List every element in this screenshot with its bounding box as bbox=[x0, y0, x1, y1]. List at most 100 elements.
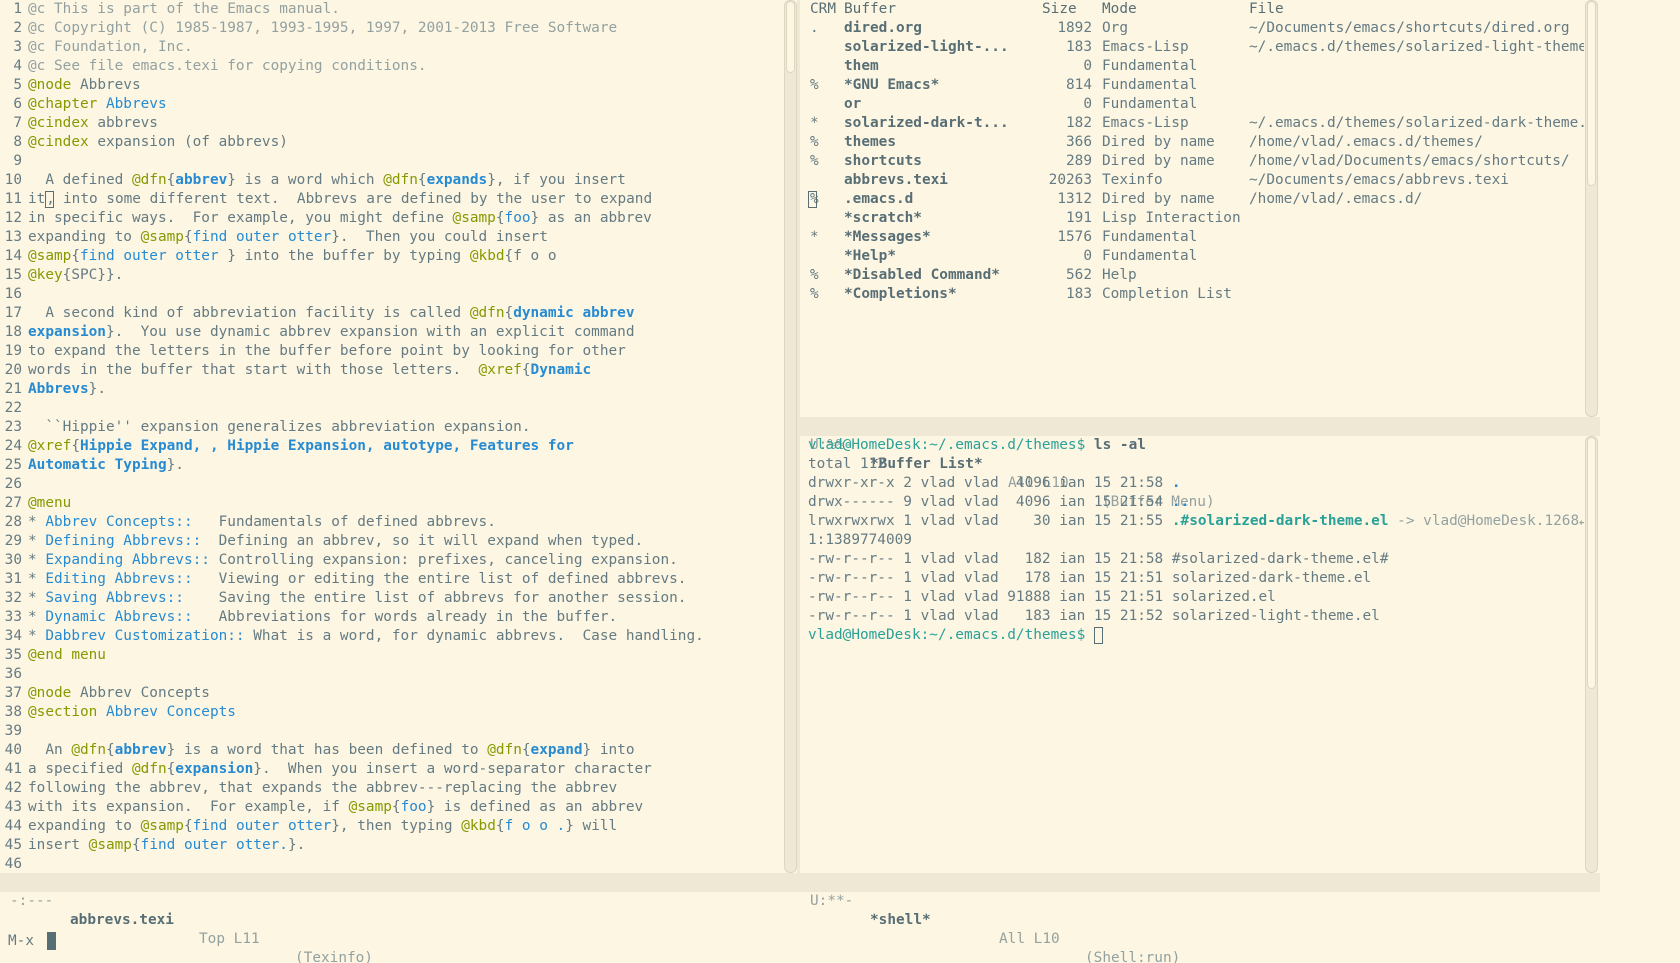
text-segment: . bbox=[1171, 475, 1181, 491]
editor-line[interactable]: 20 words in the buffer that start with th… bbox=[0, 361, 782, 380]
shell-line[interactable]: total 112 bbox=[808, 455, 1584, 474]
editor-line[interactable]: 30 * Expanding Abbrevs:: Controlling expa… bbox=[0, 551, 782, 570]
text-segment: Abbrev Concepts bbox=[97, 704, 236, 720]
line-text: * Dabbrev Customization:: What is a word… bbox=[28, 628, 704, 644]
editor-line[interactable]: 42 following the abbrev, that expands the… bbox=[0, 779, 782, 798]
buffer-list-row[interactable]: them 0 Fundamental bbox=[804, 57, 1584, 76]
text-segment: @node bbox=[28, 685, 72, 701]
editor-line[interactable]: 45 insert @samp{find outer otter.}. bbox=[0, 836, 782, 855]
line-text: ``Hippie'' expansion generalizes abbrevi… bbox=[28, 419, 530, 435]
buffer-list-row[interactable]: . dired.org 1892 Org ~/Documents/emacs/short… bbox=[804, 19, 1584, 38]
buffer-list-row[interactable]: * *Messages* 1576 Fundamental bbox=[804, 228, 1584, 247]
shell-scrollbar-thumb[interactable] bbox=[1587, 437, 1596, 689]
editor-line[interactable]: 39 bbox=[0, 722, 782, 741]
buffer-list-row[interactable]: *Help* 0 Fundamental bbox=[804, 247, 1584, 266]
buffer-list-row[interactable]: solarized-light-... 183 Emacs-Lisp ~/.emacs… bbox=[804, 38, 1584, 57]
editor-line[interactable]: 36 bbox=[0, 665, 782, 684]
left-scrollbar-thumb[interactable] bbox=[786, 1, 795, 73]
editor-line[interactable]: 44 expanding to @samp{find outer otter}, … bbox=[0, 817, 782, 836]
line-number: 40 bbox=[4, 742, 22, 758]
text-segment: find outer otter bbox=[192, 818, 332, 834]
editor-line[interactable]: 29 * Defining Abbrevs:: Defining an abbre… bbox=[0, 532, 782, 551]
editor-line[interactable]: 1 @c This is part of the Emacs manual. bbox=[0, 0, 782, 19]
minibuffer[interactable]: M-x bbox=[0, 932, 1680, 963]
shell-line[interactable]: vlad@HomeDesk:~/.emacs.d/themes$ bbox=[808, 626, 1584, 645]
editor-line[interactable]: 37 @node Abbrev Concepts bbox=[0, 684, 782, 703]
editor-line[interactable]: 25 Automatic Typing}. bbox=[0, 456, 782, 475]
line-number: 6 bbox=[13, 96, 22, 112]
editor-line[interactable]: 3 @c Foundation, Inc. bbox=[0, 38, 782, 57]
shell-line[interactable]: lrwxrwxrwx 1 vlad vlad 30 ian 15 21:55 .… bbox=[808, 512, 1584, 531]
shell-line[interactable]: -rw-r--r-- 1 vlad vlad 183 ian 15 21:52 … bbox=[808, 607, 1584, 626]
shell-line[interactable]: -rw-r--r-- 1 vlad vlad 91888 ian 15 21:5… bbox=[808, 588, 1584, 607]
editor-line[interactable]: 34 * Dabbrev Customization:: What is a wo… bbox=[0, 627, 782, 646]
buffer-list-row[interactable]: % shortcuts 289 Dired by name/home/vlad/Doc… bbox=[804, 152, 1584, 171]
text-segment: -rw-r--r-- 1 vlad vlad 183 ian 15 21:52 … bbox=[808, 608, 1380, 624]
editor-line[interactable]: 38 @section Abbrev Concepts bbox=[0, 703, 782, 722]
shell-line[interactable]: vlad@HomeDesk:~/.emacs.d/themes$ ls -al bbox=[808, 436, 1584, 455]
editor-line[interactable]: 17 A second kind of abbreviation facilit… bbox=[0, 304, 782, 323]
editor-line[interactable]: 5 @node Abbrevs bbox=[0, 76, 782, 95]
shell-line[interactable]: drwx------ 9 vlad vlad 4096 ian 15 21:54… bbox=[808, 493, 1584, 512]
editor-line[interactable]: 31 * Editing Abbrevs:: Viewing or editing… bbox=[0, 570, 782, 589]
editor-line[interactable]: 15 @key{SPC}}. bbox=[0, 266, 782, 285]
editor-line[interactable]: 28 * Abbrev Concepts:: Fundamentals of de… bbox=[0, 513, 782, 532]
buffer-list-row[interactable]: % .emacs.d 1312 Dired by name/home/vlad/.em… bbox=[804, 190, 1584, 209]
editor-line[interactable]: 32 * Saving Abbrevs:: Saving the entire l… bbox=[0, 589, 782, 608]
text-cursor: , bbox=[45, 191, 55, 208]
editor-line[interactable]: 26 bbox=[0, 475, 782, 494]
editor-line[interactable]: 12 in specific ways. For example, you mig… bbox=[0, 209, 782, 228]
left-scrollbar[interactable] bbox=[784, 0, 797, 873]
text-segment: { bbox=[391, 799, 401, 815]
editor-line[interactable]: 8 @cindex expansion (of abbrevs) bbox=[0, 133, 782, 152]
editor-line[interactable]: 6 @chapter Abbrevs bbox=[0, 95, 782, 114]
buffer-crm-flags: % bbox=[810, 286, 819, 302]
shell-line[interactable]: -rw-r--r-- 1 vlad vlad 178 ian 15 21:51 … bbox=[808, 569, 1584, 588]
editor-line[interactable]: 10 A defined @dfn{abbrev} is a word whic… bbox=[0, 171, 782, 190]
text-segment: Editing Abbrevs:: bbox=[45, 571, 193, 587]
buffer-list-row[interactable]: % *Disabled Command* 562 Help bbox=[804, 266, 1584, 285]
editor-line[interactable]: 43 with its expansion. For example, if @s… bbox=[0, 798, 782, 817]
buffer-list-row[interactable]: or 0 Fundamental bbox=[804, 95, 1584, 114]
buffer-list-row[interactable]: % themes 366 Dired by name/home/vlad/.emacs… bbox=[804, 133, 1584, 152]
editor-line[interactable]: 4 @c See file emacs.texi for copying cond… bbox=[0, 57, 782, 76]
text-segment: @c Foundation, Inc. bbox=[28, 39, 193, 55]
editor-line[interactable]: 13 expanding to @samp{find outer otter}. … bbox=[0, 228, 782, 247]
editor-line[interactable]: 2 @c Copyright (C) 1985-1987, 1993-1995, … bbox=[0, 19, 782, 38]
editor-line[interactable]: 27 @menu bbox=[0, 494, 782, 513]
shell-scrollbar[interactable] bbox=[1585, 436, 1598, 873]
shell-modeline-buffer: *shell* bbox=[870, 912, 931, 928]
editor-line[interactable]: 46 bbox=[0, 855, 782, 873]
shell-line[interactable]: drwxr-xr-x 2 vlad vlad 4096 ian 15 21:58… bbox=[808, 474, 1584, 493]
editor-line[interactable]: 7 @cindex abbrevs bbox=[0, 114, 782, 133]
editor-line[interactable]: 40 An @dfn{abbrev} is a word that has be… bbox=[0, 741, 782, 760]
buffer-list-row[interactable]: abbrevs.texi 20263 Texinfo ~/Documents/emac… bbox=[804, 171, 1584, 190]
editor-line[interactable]: 35 @end menu bbox=[0, 646, 782, 665]
line-number: 44 bbox=[4, 818, 22, 834]
editor-line[interactable]: 24 @xref{Hippie Expand, , Hippie Expansio… bbox=[0, 437, 782, 456]
buffer-list-row[interactable]: % *GNU Emacs* 814 Fundamental bbox=[804, 76, 1584, 95]
editor-line[interactable]: 41 a specified @dfn{expansion}. When you … bbox=[0, 760, 782, 779]
editor-line[interactable]: 16 bbox=[0, 285, 782, 304]
buffer-list-scrollbar-thumb[interactable] bbox=[1587, 1, 1596, 186]
buffer-list-scrollbar[interactable] bbox=[1585, 0, 1598, 417]
shell-line[interactable]: -rw-r--r-- 1 vlad vlad 182 ian 15 21:58 … bbox=[808, 550, 1584, 569]
editor-line[interactable]: 18 expansion}. You use dynamic abbrev exp… bbox=[0, 323, 782, 342]
editor-line[interactable]: 22 bbox=[0, 399, 782, 418]
text-segment: { bbox=[183, 229, 193, 245]
editor-line[interactable]: 11 it, into some different text. Abbrevs … bbox=[0, 190, 782, 209]
editor-line[interactable]: 23 ``Hippie'' expansion generalizes abbr… bbox=[0, 418, 782, 437]
buffer-list-row[interactable]: % *Completions* 183 Completion List bbox=[804, 285, 1584, 304]
shell-line[interactable]: 1:1389774009 bbox=[808, 531, 1584, 550]
text-segment: in specific ways. For example, you might… bbox=[28, 210, 453, 226]
editor-line[interactable]: 19 to expand the letters in the buffer be… bbox=[0, 342, 782, 361]
texinfo-editor-pane[interactable]: 1 @c This is part of the Emacs manual. 2 @c… bbox=[0, 0, 782, 873]
shell-pane[interactable]: vlad@HomeDesk:~/.emacs.d/themes$ ls -al t… bbox=[808, 436, 1584, 873]
editor-line[interactable]: 9 bbox=[0, 152, 782, 171]
editor-line[interactable]: 21 Abbrevs}. bbox=[0, 380, 782, 399]
buffer-list-row[interactable]: *scratch* 191 Lisp Interaction bbox=[804, 209, 1584, 228]
editor-line[interactable]: 33 * Dynamic Abbrevs:: Abbreviations for … bbox=[0, 608, 782, 627]
buffer-list-row[interactable]: * solarized-dark-t... 182 Emacs-Lisp ~/.emac… bbox=[804, 114, 1584, 133]
buffer-list-pane[interactable]: CRM Buffer Size Mode File . dired.org 1892… bbox=[804, 0, 1584, 417]
editor-line[interactable]: 14 @samp{find outer otter } into the buff… bbox=[0, 247, 782, 266]
